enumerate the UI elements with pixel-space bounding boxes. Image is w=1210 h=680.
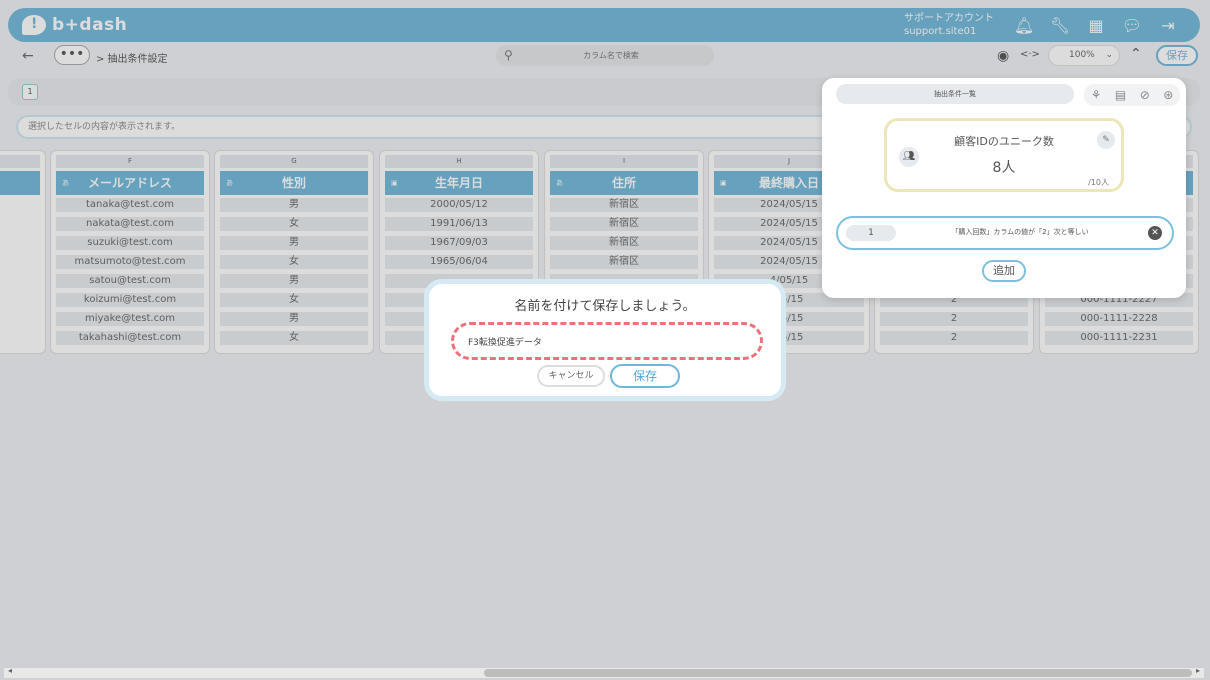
- panel-icon-group: ⚘ ▤ ⊘ ⊛: [1084, 84, 1180, 106]
- remove-condition-icon[interactable]: ✕: [1148, 226, 1162, 240]
- save-dialog: 名前を付けて保存しましょう。 キャンセル 保存: [424, 279, 786, 401]
- name-input[interactable]: [468, 334, 748, 348]
- pin-icon[interactable]: ✎: [1097, 131, 1115, 149]
- metric-value: 8人: [992, 160, 1016, 176]
- tag-icon[interactable]: ⚘: [1091, 88, 1102, 102]
- metric-max: /10人: [1088, 178, 1109, 187]
- condition-text: 「購入回数」カラムの値が「2」次と等しい: [951, 228, 1089, 236]
- horizontal-scrollbar[interactable]: ◂ ▸: [4, 666, 1204, 678]
- scroll-right-icon[interactable]: ▸: [1196, 666, 1200, 675]
- add-condition-button[interactable]: 追加: [982, 260, 1026, 282]
- document-icon[interactable]: ▤: [1115, 88, 1126, 102]
- condition-panel: 抽出条件一覧 ⚘ ▤ ⊘ ⊛ 👥︎ 顧客IDのユニーク数 8人 /10人 ✎ 1…: [822, 78, 1186, 298]
- condition-index: 1: [846, 225, 896, 241]
- metric-card: 👥︎ 顧客IDのユニーク数 8人 /10人 ✎: [884, 118, 1124, 192]
- panel-title[interactable]: 抽出条件一覧: [836, 84, 1074, 104]
- name-input-highlight: [451, 322, 763, 360]
- scroll-left-icon[interactable]: ◂: [8, 666, 12, 675]
- cancel-button[interactable]: キャンセル: [537, 365, 605, 387]
- settings-icon[interactable]: ⊛: [1163, 88, 1173, 102]
- metric-title: 顧客IDのユニーク数: [954, 135, 1054, 148]
- visibility-off-icon[interactable]: ⊘: [1140, 88, 1150, 102]
- condition-item[interactable]: 1 「購入回数」カラムの値が「2」次と等しい ✕: [836, 216, 1174, 250]
- dialog-save-button[interactable]: 保存: [610, 364, 680, 388]
- scrollbar-thumb[interactable]: [484, 669, 1192, 677]
- dialog-title: 名前を付けて保存しましょう。: [514, 299, 696, 314]
